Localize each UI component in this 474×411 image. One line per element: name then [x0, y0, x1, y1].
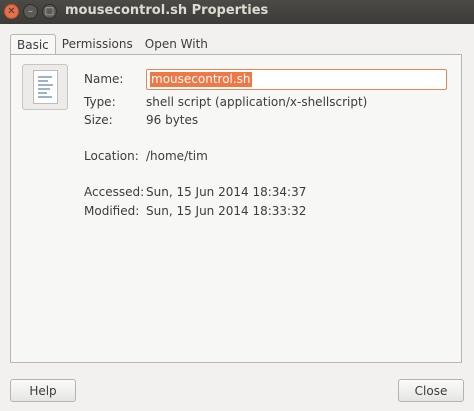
- modified-value: Sun, 15 Jun 2014 18:33:32: [146, 204, 307, 218]
- properties-window: ✕ – □ mousecontrol.sh Properties Basic P…: [0, 0, 474, 411]
- title-bar[interactable]: ✕ – □ mousecontrol.sh Properties: [0, 0, 474, 24]
- help-button[interactable]: Help: [10, 379, 76, 402]
- name-label: Name:: [84, 72, 124, 86]
- tab-bar: Basic Permissions Open With: [10, 34, 214, 55]
- tab-open-with[interactable]: Open With: [139, 34, 214, 54]
- window-maximize-icon[interactable]: □: [42, 4, 57, 19]
- name-input-value: mousecontrol.sh: [150, 72, 252, 87]
- accessed-value: Sun, 15 Jun 2014 18:34:37: [146, 185, 307, 199]
- location-value: /home/tim: [146, 149, 208, 163]
- type-label: Type:: [84, 95, 116, 109]
- type-value: shell script (application/x-shellscript): [146, 95, 368, 109]
- name-input[interactable]: mousecontrol.sh: [146, 69, 447, 90]
- close-button[interactable]: Close: [398, 379, 464, 402]
- window-close-icon[interactable]: ✕: [4, 4, 19, 19]
- window-minimize-icon[interactable]: –: [23, 4, 38, 19]
- tab-permissions[interactable]: Permissions: [56, 34, 139, 54]
- size-value: 96 bytes: [146, 113, 199, 127]
- text-file-icon: [22, 64, 68, 110]
- modified-label: Modified:: [84, 204, 140, 218]
- size-label: Size:: [84, 113, 113, 127]
- location-label: Location:: [84, 149, 139, 163]
- window-title: mousecontrol.sh Properties: [65, 3, 269, 18]
- tab-basic[interactable]: Basic: [10, 34, 56, 55]
- accessed-label: Accessed:: [84, 185, 145, 199]
